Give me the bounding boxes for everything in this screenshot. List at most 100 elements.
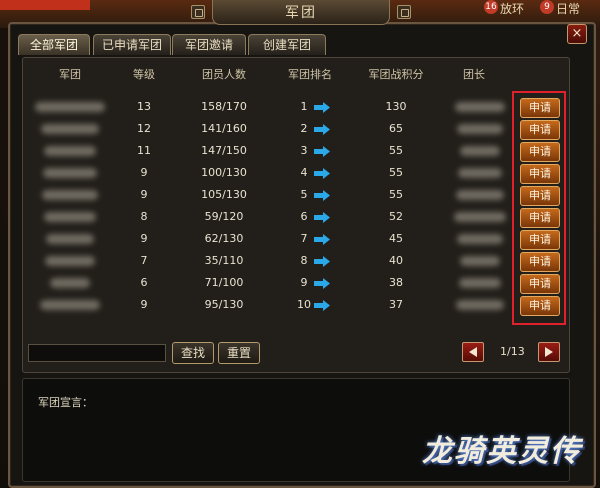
guild-score: 130	[385, 100, 407, 113]
next-page-button[interactable]	[538, 342, 560, 362]
guild-rank: 2	[300, 122, 308, 135]
table-row: 9 62/130 7 45	[22, 228, 568, 250]
table-row: 8 59/120 6 52	[22, 206, 568, 228]
guild-members: 141/160	[201, 122, 247, 135]
table-row: 6 71/100 9 38	[22, 272, 568, 294]
arrow-right-icon	[314, 102, 330, 113]
guild-rank: 9	[300, 276, 308, 289]
declaration-label: 军团宣言：	[38, 396, 93, 409]
table-row: 12 141/160 2 65	[22, 118, 568, 140]
header-rank: 军团排名	[288, 68, 332, 81]
guild-name-obscured	[41, 124, 99, 134]
header-level: 等级	[133, 68, 155, 81]
guild-score: 45	[389, 232, 403, 245]
close-icon: ×	[571, 26, 583, 41]
background-hp-bar	[0, 0, 90, 10]
guild-leader-obscured	[458, 168, 502, 178]
apply-column-highlight	[512, 91, 566, 325]
window-title: 军团	[285, 5, 317, 21]
guild-score: 55	[389, 166, 403, 179]
guild-level: 11	[137, 144, 151, 157]
arrow-right-icon	[314, 146, 330, 157]
arrow-right-icon	[314, 278, 330, 289]
guild-members: 95/130	[204, 298, 244, 311]
guild-leader-obscured	[457, 234, 503, 244]
guild-rank: 5	[300, 188, 308, 201]
triangle-right-icon	[545, 347, 553, 357]
guild-members: 100/130	[201, 166, 247, 179]
table-row: 9 95/130 10 37	[22, 294, 568, 316]
guild-rank: 6	[300, 210, 308, 223]
guild-members: 158/170	[201, 100, 247, 113]
header-members: 团员人数	[202, 68, 246, 81]
table-row: 7 35/110 8 40	[22, 250, 568, 272]
guild-score: 52	[389, 210, 403, 223]
window-title-plaque: 军团	[191, 0, 411, 25]
guild-level: 13	[137, 100, 151, 113]
arrow-right-icon	[314, 256, 330, 267]
guild-score: 55	[389, 144, 403, 157]
guild-leader-obscured	[457, 124, 503, 134]
guild-level: 7	[140, 254, 148, 267]
guild-rank: 7	[300, 232, 308, 245]
guild-level: 9	[140, 166, 148, 179]
search-input[interactable]	[28, 344, 166, 362]
table-row: 9 105/130 5 55	[22, 184, 568, 206]
guild-members: 62/130	[204, 232, 244, 245]
arrow-right-icon	[314, 300, 330, 311]
tab-all-guilds[interactable]: 全部军团	[18, 34, 90, 55]
guild-leader-obscured	[460, 146, 500, 156]
header-score: 军团战积分	[368, 68, 424, 81]
find-button[interactable]: 查找	[172, 342, 214, 364]
reset-button[interactable]: 重置	[218, 342, 260, 364]
guild-name-obscured	[43, 168, 97, 178]
arrow-right-icon	[314, 168, 330, 179]
header-guild: 军团	[59, 68, 81, 81]
background-label: 放环	[500, 2, 525, 16]
guild-score: 65	[389, 122, 403, 135]
guild-level: 8	[140, 210, 148, 223]
guild-name-obscured	[44, 146, 96, 156]
game-screen: 16 放环 9 日常 军团 × 全部军团 已申请军团 军团邀请 创建军团 军团 …	[0, 0, 600, 488]
guild-score: 38	[389, 276, 403, 289]
title-ornament-icon	[397, 5, 411, 19]
background-label: 日常	[556, 2, 581, 16]
guild-name-obscured	[42, 190, 98, 200]
guild-leader-obscured	[460, 256, 500, 266]
arrow-right-icon	[314, 124, 330, 135]
guild-level: 9	[140, 232, 148, 245]
prev-page-button[interactable]	[462, 342, 484, 362]
guild-name-obscured	[40, 300, 100, 310]
table-row: 13 158/170 1 130	[22, 96, 568, 118]
guild-level: 12	[137, 122, 151, 135]
arrow-right-icon	[314, 212, 330, 223]
arrow-right-icon	[314, 190, 330, 201]
guild-leader-obscured	[459, 278, 501, 288]
guild-members: 105/130	[201, 188, 247, 201]
guild-name-obscured	[46, 234, 94, 244]
close-button[interactable]: ×	[567, 24, 587, 44]
guild-leader-obscured	[454, 212, 506, 222]
guild-name-obscured	[45, 256, 95, 266]
guild-score: 55	[389, 188, 403, 201]
guild-members: 35/110	[204, 254, 244, 267]
guild-leader-obscured	[455, 102, 505, 112]
guild-members: 147/150	[201, 144, 247, 157]
guild-name-obscured	[35, 102, 105, 112]
background-badge: 16	[484, 0, 498, 14]
guild-level: 9	[140, 298, 148, 311]
tab-create-guild[interactable]: 创建军团	[248, 34, 326, 55]
guild-rank: 4	[300, 166, 308, 179]
table-row: 11 147/150 3 55	[22, 140, 568, 162]
guild-rank: 1	[300, 100, 308, 113]
guild-score: 37	[389, 298, 403, 311]
guild-level: 9	[140, 188, 148, 201]
guild-rank: 3	[300, 144, 308, 157]
guild-members: 71/100	[204, 276, 244, 289]
tab-applied-guilds[interactable]: 已申请军团	[93, 34, 171, 55]
table-row: 9 100/130 4 55	[22, 162, 568, 184]
guild-rank: 10	[297, 298, 311, 311]
game-logo-text: 龙骑英灵传	[422, 434, 582, 469]
game-logo: 龙骑英灵传	[422, 426, 582, 470]
tab-guild-invites[interactable]: 军团邀请	[172, 34, 246, 55]
